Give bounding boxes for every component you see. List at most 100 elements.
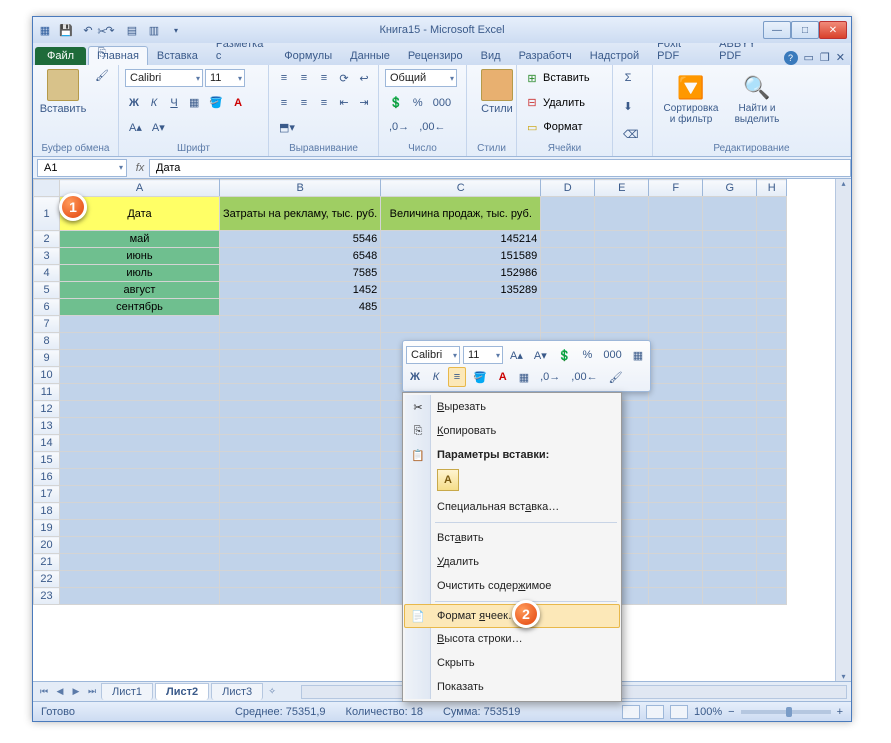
cell-H14[interactable]	[757, 435, 787, 452]
select-all-corner[interactable]	[34, 180, 60, 197]
cell-F2[interactable]	[649, 231, 703, 248]
row-header-13[interactable]: 13	[34, 418, 60, 435]
cell-F13[interactable]	[649, 418, 703, 435]
cell-C2[interactable]: 145214	[381, 231, 541, 248]
sheet-nav-first-icon[interactable]: ⏮	[37, 686, 51, 697]
cell-H4[interactable]	[757, 265, 787, 282]
font-name-select[interactable]: Calibri	[125, 69, 203, 87]
cell-A4[interactable]: июль	[60, 265, 220, 282]
insert-cells-button[interactable]: Вставить	[543, 72, 590, 84]
cell-F7[interactable]	[649, 316, 703, 333]
cell-H23[interactable]	[757, 588, 787, 605]
cell-G7[interactable]	[703, 316, 757, 333]
mdi-restore-icon[interactable]: ❐	[820, 51, 830, 65]
cell-E6[interactable]	[595, 299, 649, 316]
cell-A19[interactable]	[60, 520, 220, 537]
cell-H21[interactable]	[757, 554, 787, 571]
cell-G6[interactable]	[703, 299, 757, 316]
zoom-in-button[interactable]: +	[837, 706, 843, 718]
cell-G13[interactable]	[703, 418, 757, 435]
orientation-icon[interactable]: ⟳	[335, 68, 353, 88]
col-header-G[interactable]: G	[703, 180, 757, 197]
cell-G19[interactable]	[703, 520, 757, 537]
formula-input[interactable]: Дата	[149, 159, 851, 177]
cell-C5[interactable]: 135289	[381, 282, 541, 299]
qat-dropdown-icon[interactable]: ▾	[167, 20, 185, 40]
cell-B23[interactable]	[220, 588, 381, 605]
mini-fill-color-icon[interactable]: 🪣	[469, 367, 491, 387]
clear-icon[interactable]: ⌫	[619, 125, 643, 145]
cell-F11[interactable]	[649, 384, 703, 401]
cell-B18[interactable]	[220, 503, 381, 520]
cell-B9[interactable]	[220, 350, 381, 367]
format-painter-icon[interactable]: 🖌	[91, 65, 113, 85]
cell-F12[interactable]	[649, 401, 703, 418]
cell-E5[interactable]	[595, 282, 649, 299]
align-right-icon[interactable]: ≡	[315, 93, 333, 113]
cell-G21[interactable]	[703, 554, 757, 571]
cell-B1[interactable]: Затраты на рекламу, тыс. руб.	[220, 197, 381, 231]
col-header-A[interactable]: A	[60, 180, 220, 197]
grow-font-icon[interactable]: A▴	[125, 117, 146, 137]
font-size-select[interactable]: 11	[205, 69, 245, 87]
tab-developer[interactable]: Разработч	[510, 46, 581, 65]
qat-icon-2[interactable]: ▥	[145, 20, 163, 40]
number-format-select[interactable]: Общий	[385, 69, 457, 87]
cell-B21[interactable]	[220, 554, 381, 571]
view-layout-icon[interactable]	[646, 705, 664, 719]
cell-A16[interactable]	[60, 469, 220, 486]
cell-G14[interactable]	[703, 435, 757, 452]
cell-F3[interactable]	[649, 248, 703, 265]
cell-F6[interactable]	[649, 299, 703, 316]
merge-button[interactable]: ⬒▾	[275, 117, 299, 137]
vertical-scrollbar[interactable]	[835, 179, 851, 681]
row-header-16[interactable]: 16	[34, 469, 60, 486]
bold-button[interactable]: Ж	[125, 93, 143, 113]
mini-percent-icon[interactable]: %	[578, 345, 596, 365]
zoom-out-button[interactable]: −	[728, 706, 734, 718]
ctx-show[interactable]: Показать	[405, 675, 619, 699]
cell-C4[interactable]: 152986	[381, 265, 541, 282]
cell-B5[interactable]: 1452	[220, 282, 381, 299]
mini-inc-decimal-icon[interactable]: ,0→	[536, 367, 564, 387]
tab-file[interactable]: Файл	[35, 47, 86, 65]
sheet-nav-last-icon[interactable]: ⏭	[85, 686, 99, 697]
cell-F5[interactable]	[649, 282, 703, 299]
mini-format-painter-icon[interactable]: 🖌	[605, 367, 627, 387]
cell-B15[interactable]	[220, 452, 381, 469]
maximize-button[interactable]: □	[791, 21, 819, 39]
cell-B3[interactable]: 6548	[220, 248, 381, 265]
align-center-icon[interactable]: ≡	[295, 93, 313, 113]
col-header-F[interactable]: F	[649, 180, 703, 197]
cell-A9[interactable]	[60, 350, 220, 367]
cell-A10[interactable]	[60, 367, 220, 384]
insert-cells-icon[interactable]: ⊞	[523, 68, 541, 88]
align-top-icon[interactable]: ≡	[275, 68, 293, 88]
tab-insert[interactable]: Вставка	[148, 46, 207, 65]
tab-addins[interactable]: Надстрой	[581, 46, 648, 65]
zoom-slider[interactable]	[741, 710, 831, 714]
cell-H12[interactable]	[757, 401, 787, 418]
cell-G15[interactable]	[703, 452, 757, 469]
cut-icon[interactable]: ✂	[91, 21, 113, 41]
row-header-23[interactable]: 23	[34, 588, 60, 605]
mini-currency-icon[interactable]: 💲	[554, 345, 576, 365]
cell-G22[interactable]	[703, 571, 757, 588]
cell-G16[interactable]	[703, 469, 757, 486]
row-header-1[interactable]: 1	[34, 197, 60, 231]
indent-decrease-icon[interactable]: ⇤	[335, 93, 353, 113]
shrink-font-icon[interactable]: A▾	[148, 117, 169, 137]
cell-B8[interactable]	[220, 333, 381, 350]
cell-H8[interactable]	[757, 333, 787, 350]
cell-A22[interactable]	[60, 571, 220, 588]
sheet-tab-1[interactable]: Лист1	[101, 683, 153, 700]
sheet-tab-3[interactable]: Лист3	[211, 683, 263, 700]
cell-H9[interactable]	[757, 350, 787, 367]
cell-H2[interactable]	[757, 231, 787, 248]
comma-icon[interactable]: 000	[429, 93, 455, 113]
cell-F9[interactable]	[649, 350, 703, 367]
row-header-7[interactable]: 7	[34, 316, 60, 333]
align-bottom-icon[interactable]: ≡	[315, 68, 333, 88]
cell-D7[interactable]	[541, 316, 595, 333]
cell-C6[interactable]	[381, 299, 541, 316]
